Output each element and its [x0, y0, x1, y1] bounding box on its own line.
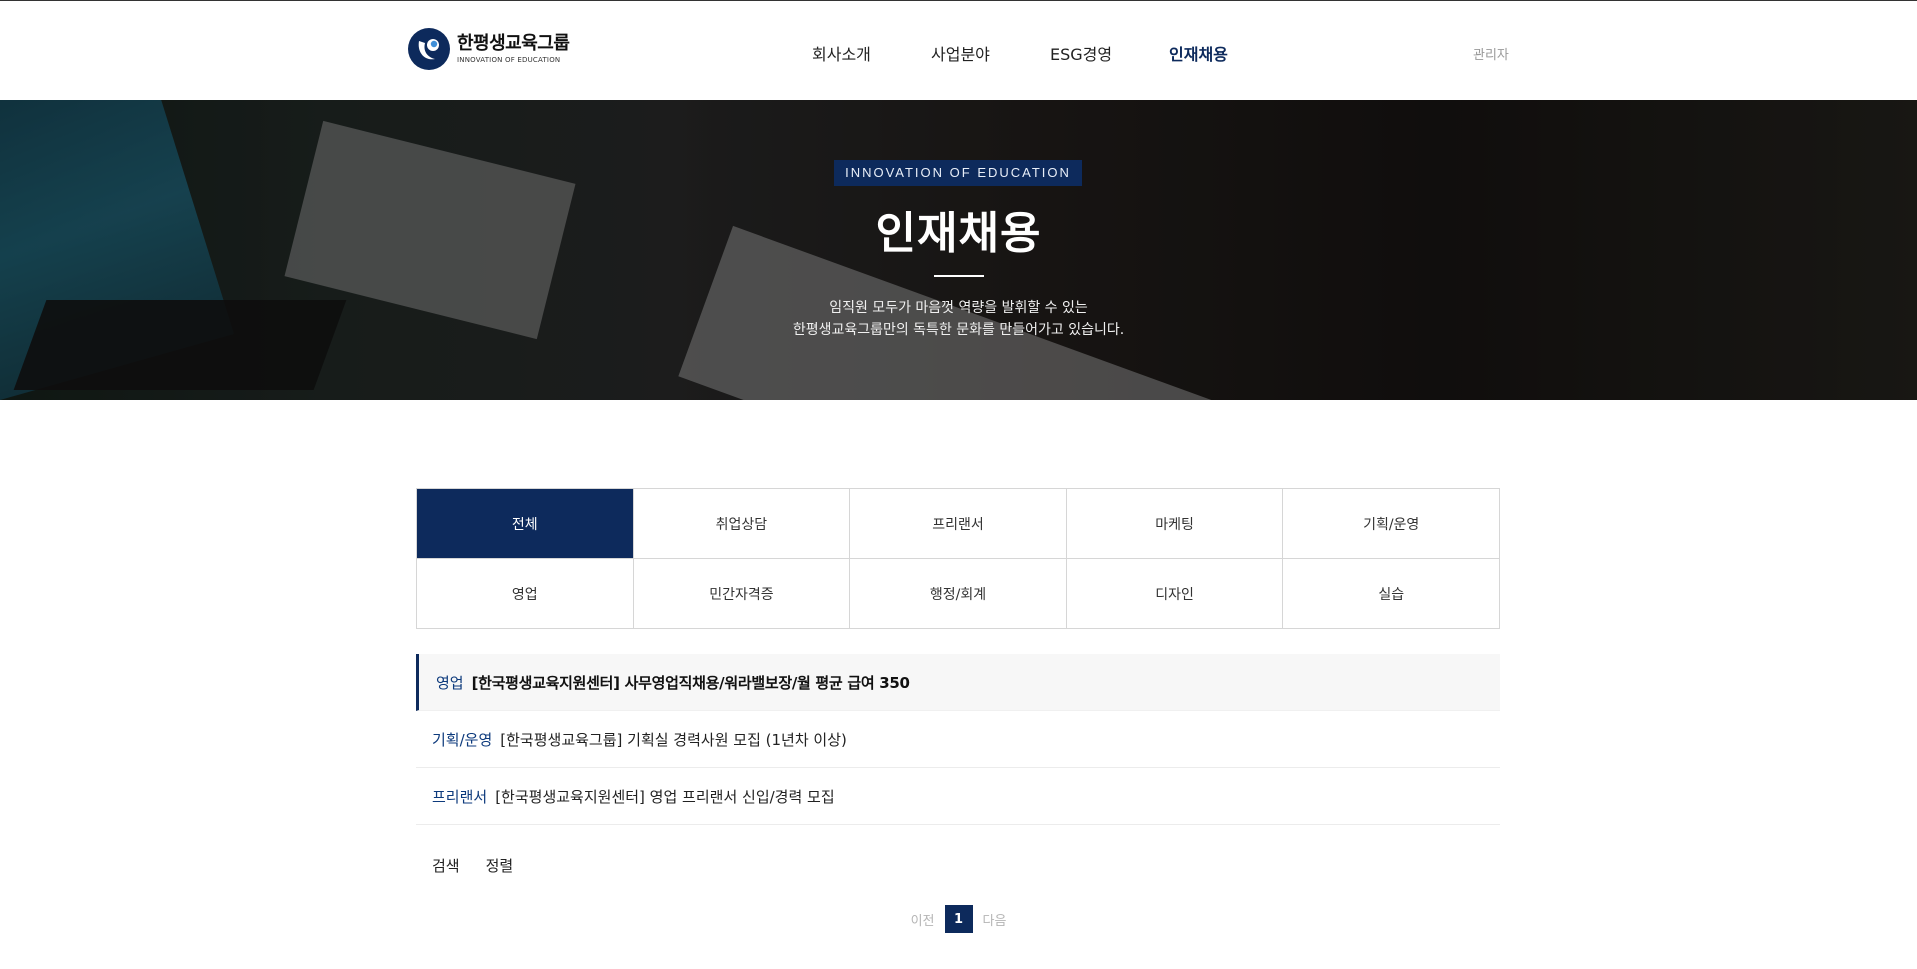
hero-banner: INNOVATION OF EDUCATION 인재채용 임직원 모두가 마음껏…	[0, 100, 1917, 400]
pagination: 이전 1 다음	[0, 905, 1917, 933]
job-title[interactable]: [한국평생교육지원센터] 사무영업직채용/워라밸보장/월 평균 급여 350	[472, 672, 910, 693]
category-tab-sales[interactable]: 영업	[417, 559, 634, 629]
job-category: 프리랜서	[432, 787, 488, 806]
category-tab-admin-accounting[interactable]: 행정/회계	[850, 559, 1067, 629]
hero-desc-line-2: 한평생교육그룹만의 독특한 문화를 만들어가고 있습니다.	[792, 322, 1125, 338]
category-tab-design[interactable]: 디자인	[1066, 559, 1284, 629]
category-tab-practice[interactable]: 실습	[1283, 559, 1500, 629]
job-category: 기획/운영	[432, 730, 493, 749]
job-category: 영업	[436, 673, 464, 692]
category-tab-marketing[interactable]: 마케팅	[1066, 489, 1284, 559]
hero-content: INNOVATION OF EDUCATION 인재채용 임직원 모두가 마음껏…	[0, 100, 1917, 400]
job-list: 영업 [한국평생교육지원센터] 사무영업직채용/워라밸보장/월 평균 급여 35…	[416, 654, 1500, 825]
hero-divider	[934, 275, 984, 277]
category-tab-consulting[interactable]: 취업상담	[633, 489, 851, 559]
admin-link[interactable]: 관리자	[1473, 44, 1509, 63]
job-row[interactable]: 프리랜서 [한국평생교육지원센터] 영업 프리랜서 신입/경력 모집	[416, 768, 1500, 825]
job-title[interactable]: [한국평생교육지원센터] 영업 프리랜서 신입/경력 모집	[495, 786, 834, 807]
job-title[interactable]: [한국평생교육그룹] 기획실 경력사원 모집 (1년차 이상)	[500, 729, 847, 750]
list-controls: 검색 정렬	[432, 855, 513, 876]
hero-tag: INNOVATION OF EDUCATION	[834, 160, 1082, 186]
sort-button[interactable]: 정렬	[486, 855, 514, 876]
nav-item-recruit[interactable]: 인재채용	[1169, 41, 1228, 65]
category-tab-all[interactable]: 전체	[417, 489, 634, 559]
nav-item-business[interactable]: 사업분야	[931, 41, 990, 65]
category-tab-planning[interactable]: 기획/운영	[1283, 489, 1500, 559]
job-row[interactable]: 영업 [한국평생교육지원센터] 사무영업직채용/워라밸보장/월 평균 급여 35…	[416, 654, 1500, 711]
page-title: 인재채용	[875, 208, 1042, 259]
hero-description: 임직원 모두가 마음껏 역량을 발휘할 수 있는 한평생교육그룹만의 독특한 문…	[0, 297, 1917, 341]
main-nav: 회사소개 사업분야 ESG경영 인재채용	[0, 41, 1917, 65]
category-tabs: 전체 취업상담 프리랜서 마케팅 기획/운영 영업 민간자격증 행정/회계 디자…	[416, 488, 1500, 629]
category-tab-freelancer[interactable]: 프리랜서	[850, 489, 1067, 559]
search-button[interactable]: 검색	[432, 855, 460, 876]
prev-page-button[interactable]: 이전	[911, 910, 935, 929]
hero-desc-line-1: 임직원 모두가 마음껏 역량을 발휘할 수 있는	[829, 300, 1088, 316]
nav-item-company[interactable]: 회사소개	[812, 41, 871, 65]
site-header: 한평생교육그룹 INNOVATION OF EDUCATION 회사소개 사업분…	[0, 0, 1917, 100]
category-tab-certificate[interactable]: 민간자격증	[633, 559, 851, 629]
next-page-button[interactable]: 다음	[983, 910, 1007, 929]
job-row[interactable]: 기획/운영 [한국평생교육그룹] 기획실 경력사원 모집 (1년차 이상)	[416, 711, 1500, 768]
nav-item-esg[interactable]: ESG경영	[1050, 41, 1112, 65]
page-number-current[interactable]: 1	[944, 905, 973, 933]
